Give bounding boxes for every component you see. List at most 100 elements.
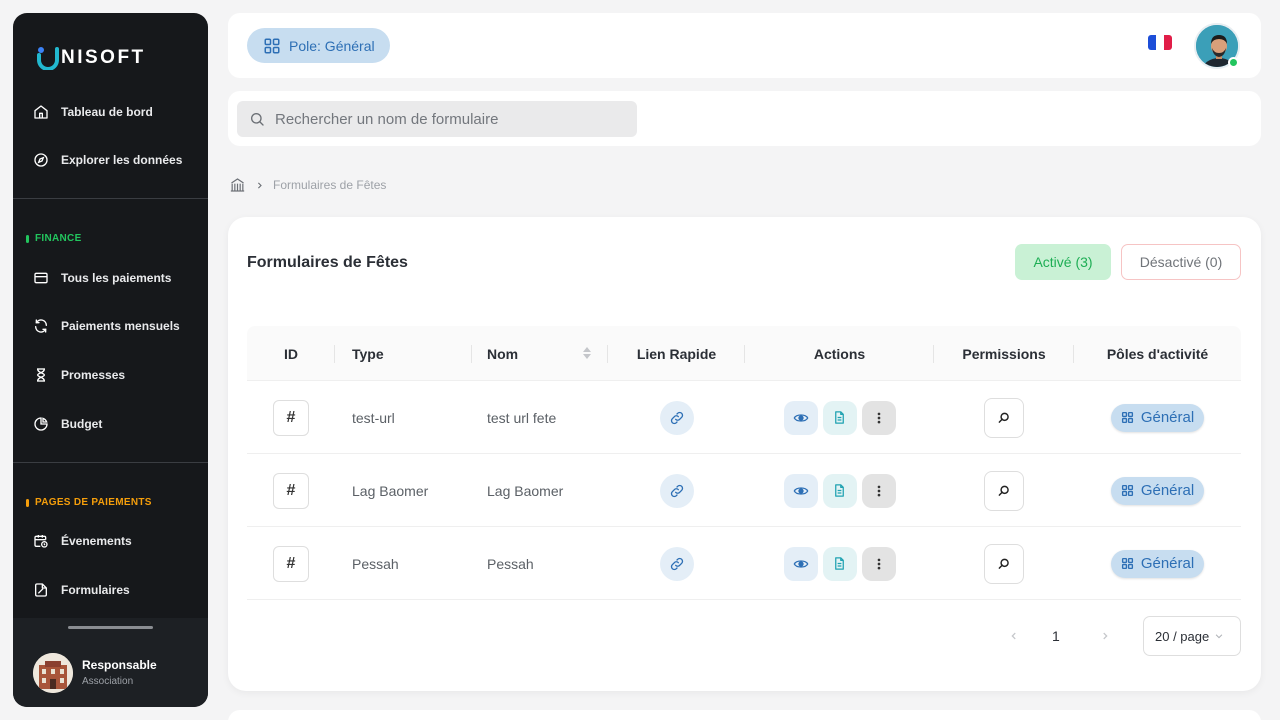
pole-tag[interactable]: Général: [1110, 476, 1205, 505]
compass-icon: [34, 153, 48, 167]
action-buttons: [783, 473, 896, 508]
refresh-icon: [34, 319, 48, 333]
column-header-actions: Actions: [745, 326, 934, 381]
home-icon: [34, 105, 48, 119]
column-header-label: Type: [352, 345, 384, 362]
link-icon: [670, 557, 683, 570]
action-buttons: [783, 400, 896, 435]
sidebar-item-budget[interactable]: Budget: [33, 409, 102, 439]
permissions-button[interactable]: [984, 397, 1024, 438]
page-size-select[interactable]: 20 / page: [1143, 616, 1241, 656]
chevron-right-icon: [257, 181, 262, 189]
sidebar-item-label: Budget: [61, 417, 103, 431]
grid-icon: [1121, 411, 1133, 424]
sidebar-item-events[interactable]: Évenements: [33, 526, 132, 556]
logo-text: NISOFT: [61, 47, 146, 68]
view-button[interactable]: [783, 400, 818, 435]
sidebar-divider: [13, 198, 208, 199]
brand-logo[interactable]: NISOFT: [37, 46, 146, 70]
search-icon: [998, 558, 1009, 569]
quick-link-button[interactable]: [659, 400, 694, 435]
eye-icon: [793, 559, 808, 568]
column-header-label: Pôles d'activité: [1106, 345, 1209, 362]
document-button[interactable]: [822, 473, 857, 508]
document-icon: [835, 484, 844, 497]
cell-permissions: [934, 527, 1074, 600]
next-page-button[interactable]: [1095, 626, 1115, 646]
hourglass-icon: [37, 368, 45, 382]
sidebar-item-monthly-payments[interactable]: Paiements mensuels: [33, 311, 180, 341]
document-icon: [835, 557, 844, 570]
cell-actions: [745, 454, 934, 527]
id-button[interactable]: #: [273, 545, 309, 582]
language-flag-button[interactable]: [1148, 35, 1172, 50]
more-options-button[interactable]: [861, 400, 896, 435]
hash-icon: #: [286, 481, 296, 499]
hash-icon: #: [286, 554, 296, 572]
pole-tag[interactable]: Général: [1110, 549, 1205, 578]
search-input[interactable]: [275, 110, 615, 128]
cell-type: test-url: [352, 409, 395, 426]
column-header-permissions: Permissions: [934, 326, 1074, 381]
eye-icon: [793, 413, 808, 422]
cell-actions: [745, 527, 934, 600]
sidebar-item-promises[interactable]: Promesses: [33, 360, 125, 390]
document-button[interactable]: [822, 400, 857, 435]
view-button[interactable]: [783, 473, 818, 508]
section-label-payment-pages: PAGES DE PAIEMENTS: [26, 497, 152, 508]
quick-link-button[interactable]: [659, 546, 694, 581]
prev-page-button[interactable]: [1004, 626, 1024, 646]
section-label-text: PAGES DE PAIEMENTS: [35, 497, 152, 508]
top-bar: Pole: Général: [228, 13, 1261, 78]
sidebar-item-forms[interactable]: Formulaires: [33, 575, 130, 605]
sidebar-divider: [13, 462, 208, 463]
pagination: 1 20 / page: [1004, 616, 1241, 656]
cell-id: #: [247, 381, 335, 454]
filter-active-button[interactable]: Activé (3): [1015, 244, 1111, 280]
page-title: Formulaires de Fêtes: [247, 254, 408, 271]
id-button[interactable]: #: [273, 472, 309, 509]
link-icon: [670, 484, 683, 497]
more-options-button[interactable]: [861, 473, 896, 508]
flag-stripe-red: [1164, 35, 1172, 50]
search-icon: [250, 113, 264, 126]
column-header-id: ID: [247, 326, 335, 381]
logo-mark-icon: [37, 47, 59, 70]
search-field[interactable]: [237, 101, 637, 137]
column-header-label: Permissions: [962, 345, 1046, 362]
pole-selector-button[interactable]: Pole: Général: [247, 28, 390, 63]
table-header: ID Type Nom Lien Rapide Actions Permissi…: [247, 326, 1241, 381]
sidebar-item-label: Promesses: [61, 368, 126, 382]
column-header-label: Nom: [487, 345, 519, 362]
sidebar-scrollbar[interactable]: [68, 626, 153, 629]
cell-nom: Lag Baomer: [487, 482, 564, 499]
sidebar-item-all-payments[interactable]: Tous les paiements: [33, 263, 171, 293]
view-button[interactable]: [783, 546, 818, 581]
column-header-label: ID: [284, 345, 298, 362]
forms-card: Formulaires de Fêtes Activé (3) Désactiv…: [228, 217, 1261, 691]
id-button[interactable]: #: [273, 399, 309, 436]
pole-tag[interactable]: Général: [1110, 403, 1205, 432]
building-columns-icon[interactable]: [229, 177, 246, 193]
quick-link-button[interactable]: [659, 473, 694, 508]
online-status-dot: [1228, 57, 1239, 68]
flag-stripe-blue: [1148, 35, 1156, 50]
document-button[interactable]: [822, 546, 857, 581]
permissions-button[interactable]: [984, 470, 1024, 511]
more-vertical-icon: [877, 485, 880, 496]
permissions-button[interactable]: [984, 543, 1024, 584]
sidebar-item-dashboard[interactable]: Tableau de bord: [33, 97, 153, 127]
sidebar-item-label: Paiements mensuels: [61, 319, 180, 333]
section-label-finance: FINANCE: [26, 233, 82, 244]
page-number-current[interactable]: 1: [1052, 628, 1060, 644]
chevron-right-icon: [1103, 632, 1108, 640]
more-options-button[interactable]: [861, 546, 896, 581]
filter-inactive-button[interactable]: Désactivé (0): [1121, 244, 1241, 280]
hash-icon: #: [286, 408, 296, 426]
table-row: # Lag Baomer Lag Baomer Général: [247, 454, 1241, 527]
column-header-nom[interactable]: Nom: [472, 326, 608, 381]
sort-icon[interactable]: [582, 345, 592, 361]
section-label-text: FINANCE: [35, 233, 82, 244]
eye-icon: [793, 486, 808, 495]
sidebar-item-explore[interactable]: Explorer les données: [33, 145, 182, 175]
